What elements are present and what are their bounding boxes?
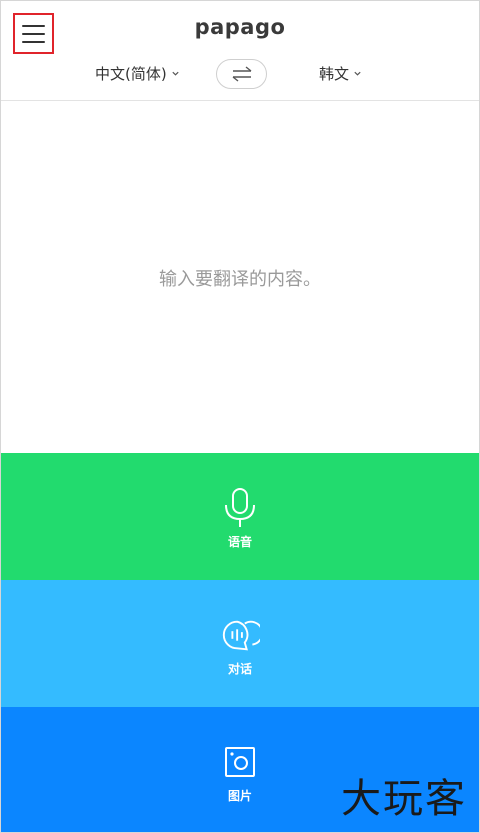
microphone-icon — [220, 487, 260, 529]
chevron-down-icon — [354, 71, 361, 76]
header: papago 中文(简体) 韩文 — [1, 1, 479, 101]
target-language-label: 韩文 — [319, 65, 350, 83]
app-frame: papago 中文(简体) 韩文 输入要翻译的内容。 语音 对话 图片 大玩客 — [0, 0, 480, 833]
source-language-label: 中文(简体) — [95, 65, 167, 83]
app-title: papago — [194, 15, 286, 39]
swap-arrows-icon — [232, 66, 251, 82]
translation-input[interactable] — [1, 102, 479, 453]
conversation-label: 对话 — [227, 662, 252, 676]
translation-input-area[interactable] — [1, 102, 479, 453]
voice-label: 语音 — [227, 535, 252, 549]
target-language-select[interactable]: 韩文 — [319, 63, 362, 84]
swap-languages-button[interactable] — [216, 59, 267, 89]
conversation-icon — [220, 614, 260, 656]
conversation-button[interactable]: 对话 — [1, 580, 479, 707]
image-button[interactable]: 图片 — [1, 707, 479, 832]
voice-button[interactable]: 语音 — [1, 453, 479, 580]
image-label: 图片 — [227, 789, 252, 803]
source-language-select[interactable]: 中文(简体) — [95, 63, 180, 84]
chevron-down-icon — [172, 71, 179, 76]
camera-icon — [220, 741, 260, 783]
